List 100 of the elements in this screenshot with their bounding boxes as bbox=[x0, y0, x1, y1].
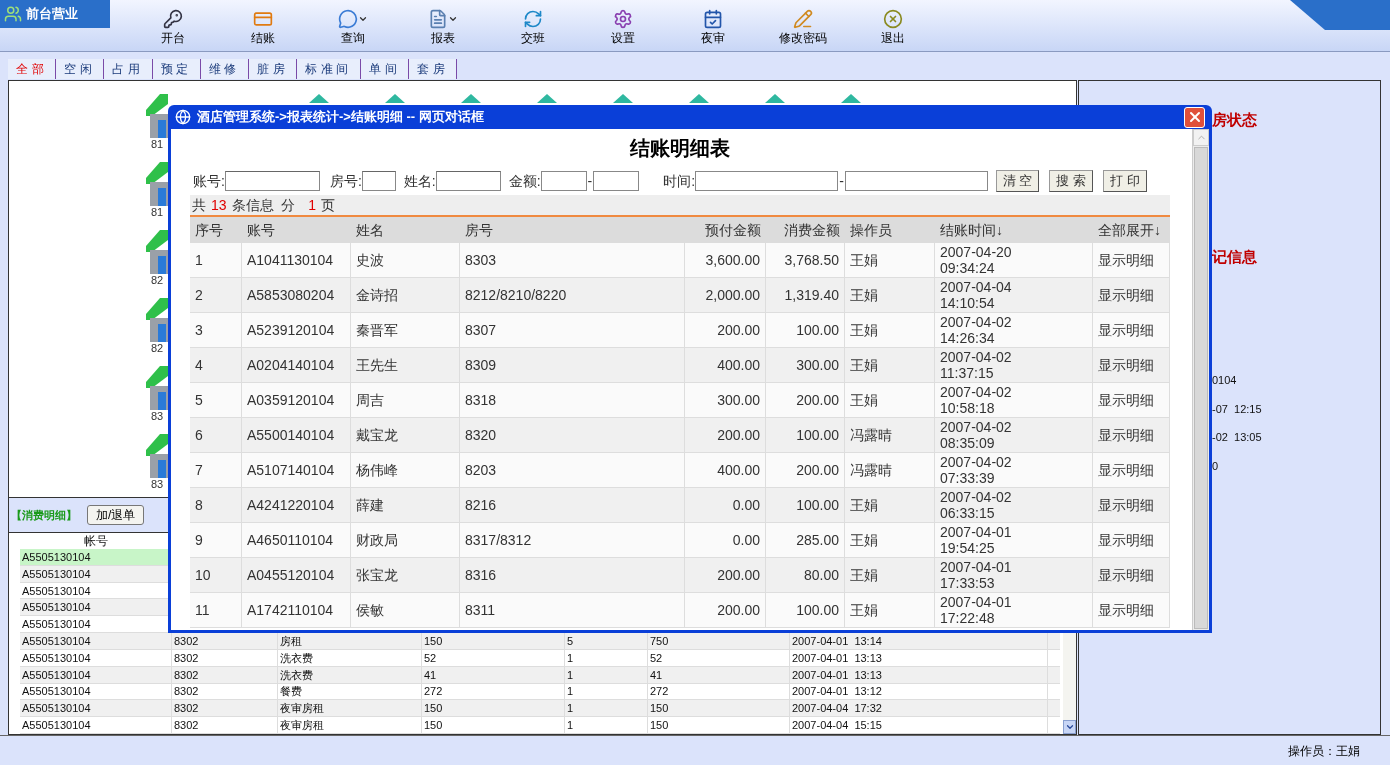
filter-field[interactable] bbox=[540, 171, 587, 191]
table-cell-text: 200.00 bbox=[796, 460, 839, 480]
table-cell: 餐费 bbox=[280, 684, 302, 699]
detail-link[interactable]: 显示明细 bbox=[1098, 389, 1154, 411]
detail-link[interactable]: 显示明细 bbox=[1098, 354, 1154, 376]
table-cell-text: 冯露晴 bbox=[850, 425, 892, 445]
table-cell: 8302 bbox=[174, 633, 199, 648]
summary-text: 共 bbox=[192, 195, 206, 215]
toolbar-button[interactable]: 搜 索 bbox=[1049, 170, 1094, 192]
toolbar-button[interactable]: 结账 bbox=[218, 8, 308, 51]
table-cell-text: A4650110104 bbox=[247, 530, 334, 550]
table-cell-text: 2007-04-01 17:33:53 bbox=[940, 559, 1013, 591]
table-cell-text: A5500140104 bbox=[247, 425, 335, 445]
filter-field[interactable] bbox=[435, 171, 501, 191]
report-heading: 结账明细表 bbox=[630, 136, 730, 161]
scrollbar[interactable] bbox=[1192, 129, 1209, 630]
table-cell-text: A5107140104 bbox=[247, 460, 335, 480]
table-cell-text: 金诗招 bbox=[356, 285, 398, 305]
room-filter-tab[interactable]: 标准间 bbox=[297, 59, 362, 79]
table-cell: 41 bbox=[650, 667, 663, 682]
table-cell-text: 王娟 bbox=[850, 600, 878, 620]
table-cell-text: 戴宝龙 bbox=[356, 425, 398, 445]
detail-link[interactable]: 显示明细 bbox=[1098, 599, 1154, 621]
roof-icon bbox=[309, 94, 329, 103]
column-header[interactable]: 结账时间↓ bbox=[935, 219, 1093, 241]
detail-link[interactable]: 显示明细 bbox=[1098, 319, 1154, 341]
summary-text: 条信息 分 bbox=[231, 195, 296, 215]
table-cell: 洗衣费 bbox=[280, 650, 313, 665]
table-cell: A5505130104 bbox=[22, 600, 91, 615]
toolbar-button[interactable]: 修改密码 bbox=[758, 8, 848, 51]
filter-label: 姓名: bbox=[403, 171, 436, 191]
toolbar-button[interactable]: 清 空 bbox=[995, 170, 1040, 192]
table-cell-text: 王先生 bbox=[356, 355, 398, 375]
table-cell-text: 400.00 bbox=[717, 460, 760, 480]
dialog-title: 酒店管理系统->报表统计->结账明细 -- 网页对话框 bbox=[197, 108, 484, 127]
room-filter-tab[interactable]: 空闲 bbox=[56, 59, 105, 79]
column-header: 序号 bbox=[194, 220, 224, 240]
table-cell-text: 0.00 bbox=[732, 495, 760, 515]
table-cell-text: 8317/8312 bbox=[465, 530, 532, 550]
table-cell: A5505130104 bbox=[22, 667, 91, 682]
roof-icon bbox=[841, 94, 861, 103]
room-number: 81 bbox=[150, 206, 164, 218]
filter-field[interactable] bbox=[593, 171, 640, 191]
detail-link[interactable]: 显示明细 bbox=[1098, 249, 1154, 271]
column-header: 消费金额 bbox=[783, 220, 841, 240]
room-filter-tab[interactable]: 维修 bbox=[200, 59, 249, 79]
room-filter-tab[interactable]: 套房 bbox=[409, 59, 458, 79]
table-cell-text: A0455120104 bbox=[247, 565, 335, 585]
detail-link[interactable]: 显示明细 bbox=[1098, 459, 1154, 481]
filter-field[interactable] bbox=[224, 171, 320, 191]
table-cell-text: 2007-04-02 14:26:34 bbox=[940, 314, 1013, 346]
filter-field[interactable] bbox=[361, 171, 396, 191]
table-cell: A5505130104 bbox=[22, 633, 91, 648]
info-text: -02 13:05 bbox=[1212, 430, 1263, 445]
table-cell-text: 1 bbox=[195, 250, 203, 270]
room-filter-tab[interactable]: 占用 bbox=[104, 59, 153, 79]
table-cell: 2007-04-04 15:15 bbox=[792, 718, 882, 733]
detail-link[interactable]: 显示明细 bbox=[1098, 424, 1154, 446]
filter-field[interactable] bbox=[695, 171, 839, 191]
table-cell: 150 bbox=[650, 701, 669, 716]
table-cell-text: 8203 bbox=[465, 460, 497, 480]
toolbar-button[interactable]: 设置 bbox=[578, 8, 668, 51]
toolbar-button[interactable]: 退出 bbox=[848, 8, 938, 51]
chat-bubble-icon bbox=[338, 9, 358, 29]
detail-link[interactable]: 显示明细 bbox=[1098, 529, 1154, 551]
table-cell: 52 bbox=[424, 650, 437, 665]
room-filter-tab[interactable]: 预定 bbox=[152, 59, 201, 79]
column-header[interactable]: 全部展开↓ bbox=[1093, 219, 1170, 241]
page-count: 1 bbox=[308, 195, 317, 215]
toolbar-button[interactable]: 交班 bbox=[488, 8, 578, 51]
detail-link[interactable]: 显示明细 bbox=[1098, 564, 1154, 586]
table-cell: A5505130104 bbox=[22, 650, 91, 665]
roof-icon bbox=[613, 94, 633, 103]
table-cell: 8302 bbox=[174, 701, 199, 716]
room-filter-tab[interactable]: 单间 bbox=[361, 59, 410, 79]
caret-icon bbox=[448, 14, 458, 24]
room-filter-tab[interactable]: 脏房 bbox=[249, 59, 298, 79]
pencil-icon bbox=[793, 9, 813, 29]
detail-link[interactable]: 显示明细 bbox=[1098, 284, 1154, 306]
detail-link[interactable]: 显示明细 bbox=[1098, 494, 1154, 516]
table-cell-text: 6 bbox=[195, 425, 203, 445]
close-button[interactable] bbox=[1184, 106, 1205, 128]
table-cell-text: 7 bbox=[195, 460, 203, 480]
toolbar-button[interactable]: 打 印 bbox=[1103, 170, 1147, 192]
table-cell-text: 2007-04-01 17:22:48 bbox=[940, 594, 1013, 626]
table-cell-text: 200.00 bbox=[717, 320, 760, 340]
house-icon bbox=[146, 94, 168, 138]
filter-field[interactable] bbox=[844, 171, 988, 191]
toolbar-button[interactable]: 报表 bbox=[398, 8, 488, 51]
table-cell: 8302 bbox=[174, 684, 199, 699]
table-cell-text: 400.00 bbox=[717, 355, 760, 375]
add-refund-button[interactable]: 加/退单 bbox=[87, 505, 145, 525]
table-cell: 272 bbox=[424, 684, 443, 699]
toolbar-button[interactable]: 夜审 bbox=[668, 8, 758, 51]
toolbar-button[interactable]: 开台 bbox=[128, 8, 218, 51]
table-cell-text: 王娟 bbox=[850, 495, 878, 515]
toolbar-button[interactable]: 查询 bbox=[308, 8, 398, 51]
close-icon bbox=[883, 9, 903, 29]
card-icon bbox=[253, 9, 273, 29]
room-filter-tab[interactable]: 全部 bbox=[8, 59, 57, 79]
